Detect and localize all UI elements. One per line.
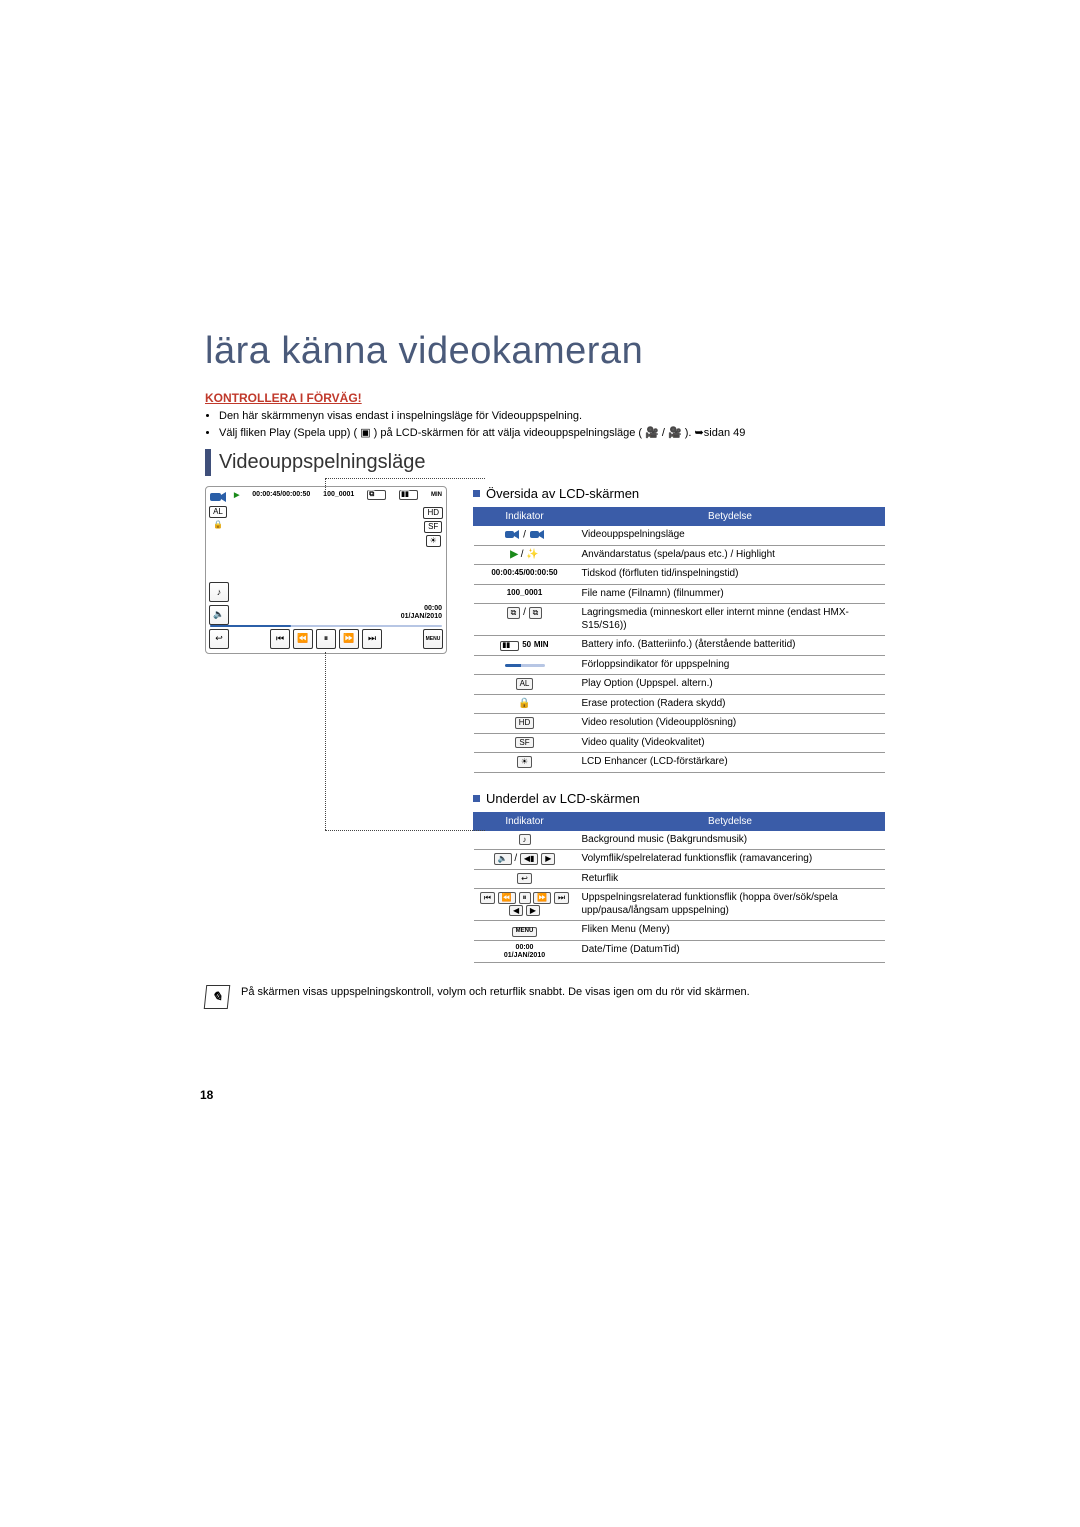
- frame-rev-icon: ◀▮: [520, 853, 539, 865]
- lock-icon: 🔒: [213, 520, 223, 529]
- table-header-meaning: Betydelse: [576, 812, 885, 830]
- lcd-screen-mockup: AL 🔒 ▶ 00:00:45/00:00:50 100_0001 ⧉ ▮▮ M…: [205, 486, 447, 654]
- precheck-item: Välj fliken Play (Spela upp) ( ▣ ) på LC…: [219, 426, 885, 441]
- table-header-indicator: Indikator: [474, 507, 576, 525]
- return-button[interactable]: ↩: [209, 629, 229, 649]
- internal-mem-icon: ⧉: [529, 607, 543, 619]
- heading-accent-bar: [205, 449, 211, 476]
- table-header-meaning: Betydelse: [576, 507, 885, 525]
- lcd-filename: 100_0001: [323, 491, 354, 498]
- precheck-item: Den här skärmmenyn visas endast i inspel…: [219, 409, 885, 424]
- storage-icon: ⧉: [367, 490, 386, 500]
- slow-rev-icon: ◀: [509, 905, 523, 917]
- search-rev-button[interactable]: ⏪: [293, 629, 313, 649]
- precheck-heading: KONTROLLERA I FÖRVÄG!: [205, 391, 885, 405]
- menu-icon: MENU: [512, 927, 538, 936]
- connector-line: [325, 652, 326, 830]
- lower-indicator-table: Indikator Betydelse ♪Background music (B…: [473, 812, 885, 963]
- page-title: lära känna videokameran: [205, 330, 885, 373]
- mode-heading: Videouppspelningsläge: [219, 449, 425, 476]
- menu-button[interactable]: MENU: [423, 629, 443, 649]
- table-row: ⏮ ⏪ ⏸ ⏩ ⏭ ◀ ▶ Uppspelningsrelaterad funk…: [474, 889, 885, 921]
- table-row: ▶ / ✨Användarstatus (spela/paus etc.) / …: [474, 545, 885, 565]
- connector-line: [325, 478, 485, 479]
- bullet-icon: [473, 490, 480, 497]
- card-icon: ⧉: [507, 607, 521, 619]
- skip-next-button[interactable]: ⏭: [362, 629, 382, 649]
- play-option-all-icon: AL: [516, 678, 534, 690]
- pause-icon: ⏸: [519, 892, 531, 904]
- note-icon: ✎: [204, 985, 231, 1009]
- play-option-icon: AL: [209, 506, 227, 518]
- table-row: ☀LCD Enhancer (LCD-förstärkare): [474, 753, 885, 773]
- highlight-icon: ✨: [526, 549, 538, 560]
- table-header-indicator: Indikator: [474, 812, 576, 830]
- lcd-enhancer-icon: ☀: [426, 535, 441, 547]
- hd-icon: HD: [423, 507, 443, 519]
- skip-next-icon: ⏭: [554, 892, 569, 904]
- play-status-icon: ▶: [234, 491, 239, 499]
- table-row: ALPlay Option (Uppspel. altern.): [474, 675, 885, 695]
- pause-button[interactable]: ⏸: [316, 629, 336, 649]
- table-row: ▮▮ 50 MINBattery info. (Batteriinfo.) (å…: [474, 636, 885, 656]
- bullet-icon: [473, 795, 480, 802]
- video-mode-sd-icon: [529, 529, 545, 541]
- progress-indicator-icon: [505, 664, 545, 667]
- table-row: ↩Returflik: [474, 869, 885, 889]
- search-rev-icon: ⏪: [498, 892, 516, 904]
- music-button[interactable]: ♪: [209, 582, 229, 602]
- quality-icon: SF: [424, 521, 442, 533]
- lower-section-heading: Underdel av LCD-skärmen: [473, 791, 885, 806]
- search-fwd-button[interactable]: ⏩: [339, 629, 359, 649]
- table-row: 100_0001File name (Filnamn) (filnummer): [474, 584, 885, 604]
- table-row: Förloppsindikator för uppspelning: [474, 655, 885, 675]
- volume-button[interactable]: 🔈: [209, 605, 229, 625]
- table-row: 00:0001/JAN/2010Date/Time (DatumTid): [474, 940, 885, 962]
- upper-section-heading: Översida av LCD-skärmen: [473, 486, 885, 501]
- table-row: 🔈 / ◀▮ ▶Volymflik/spelrelaterad funktion…: [474, 850, 885, 870]
- table-row: 🔒Erase protection (Radera skydd): [474, 694, 885, 714]
- table-row: HDVideo resolution (Videoupplösning): [474, 714, 885, 734]
- hd-icon: HD: [515, 717, 535, 729]
- frame-fwd-icon: ▶: [541, 853, 555, 865]
- table-row: ⧉ / ⧉Lagringsmedia (minneskort eller int…: [474, 604, 885, 636]
- video-mode-icon: [209, 490, 227, 504]
- skip-prev-button[interactable]: ⏮: [270, 629, 290, 649]
- battery-icon: ▮▮: [399, 490, 418, 500]
- battery-icon: ▮▮: [500, 641, 519, 651]
- lcd-enhancer-icon: ☀: [517, 756, 532, 768]
- search-fwd-icon: ⏩: [533, 892, 551, 904]
- lock-icon: 🔒: [518, 698, 530, 709]
- skip-prev-icon: ⏮: [480, 892, 495, 904]
- volume-icon: 🔈: [494, 853, 512, 865]
- connector-line: [325, 830, 485, 831]
- lcd-date: 01/JAN/2010: [401, 613, 442, 621]
- lcd-time: 00:00: [401, 605, 442, 613]
- quality-icon: SF: [515, 737, 533, 749]
- video-mode-hd-icon: [504, 529, 520, 541]
- table-row: ♪Background music (Bakgrundsmusik): [474, 830, 885, 850]
- table-row: MENUFliken Menu (Meny): [474, 921, 885, 941]
- connector-line: [325, 478, 326, 490]
- note-text: På skärmen visas uppspelningskontroll, v…: [241, 985, 885, 1000]
- precheck-list: Den här skärmmenyn visas endast i inspel…: [205, 409, 885, 441]
- table-row: / Videouppspelningsläge: [474, 525, 885, 545]
- return-icon: ↩: [517, 873, 532, 885]
- lcd-min-label: MIN: [431, 492, 442, 498]
- playback-progress[interactable]: [210, 625, 442, 627]
- upper-indicator-table: Indikator Betydelse / Videouppspelningsl…: [473, 507, 885, 773]
- page-number: 18: [200, 1088, 213, 1102]
- table-row: 00:00:45/00:00:50Tidskod (förfluten tid/…: [474, 565, 885, 585]
- slow-fwd-icon: ▶: [526, 905, 540, 917]
- music-icon: ♪: [519, 834, 531, 846]
- table-row: SFVideo quality (Videokvalitet): [474, 733, 885, 753]
- lcd-timecode: 00:00:45/00:00:50: [252, 491, 310, 498]
